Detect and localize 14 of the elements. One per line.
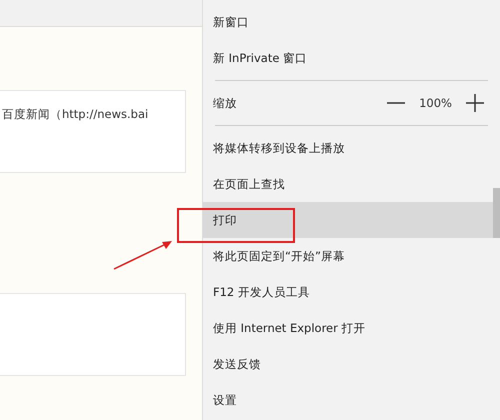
menu-item[interactable]: 发送反馈 [203, 346, 490, 382]
scrollbar-thumb[interactable] [493, 188, 500, 238]
zoom-value: 100% [419, 96, 452, 110]
zoom-in-icon[interactable] [464, 92, 486, 114]
menu-item[interactable]: 使用 Internet Explorer 打开 [203, 310, 490, 346]
menu-item[interactable]: 在页面上查找 [203, 166, 490, 202]
news-text: 百度新闻（http://news.bai [2, 107, 148, 121]
zoom-label: 缩放 [213, 96, 238, 110]
menu-item[interactable]: F12 开发人员工具 [203, 274, 490, 310]
menu-item[interactable]: 设置 [203, 382, 490, 418]
menu-item[interactable]: 将媒体转移到设备上播放 [203, 130, 490, 166]
menu-item[interactable]: 新 InPrivate 窗口 [203, 40, 490, 76]
menu-item[interactable]: 新窗口 [203, 4, 490, 40]
menu-item[interactable]: 将此页固定到“开始”屏幕 [203, 238, 490, 274]
